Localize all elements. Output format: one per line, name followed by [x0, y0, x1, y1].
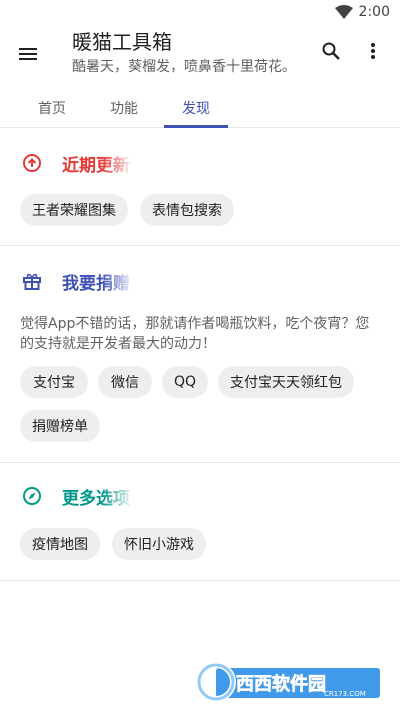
search-button[interactable]	[310, 32, 352, 74]
app-actions	[310, 32, 394, 74]
chip-alipay[interactable]: 支付宝	[20, 366, 88, 398]
app-title: 暖猫工具箱	[72, 30, 172, 54]
chip-epidemic-map[interactable]: 疫情地图	[20, 528, 100, 560]
section-donate: 我要捐赠 觉得App不错的话，那就请作者喝瓶饮料，吃个夜宵？您的支持就是开发者最…	[0, 246, 400, 463]
more-vert-icon	[370, 42, 376, 64]
app-titles: 暖猫工具箱 酷暑天，葵榴发，喷鼻香十里荷花。	[72, 28, 296, 77]
section-title-recent: 近期更新	[62, 156, 130, 176]
more-options-button[interactable]	[352, 32, 394, 74]
section-recent: 近期更新 王者荣耀图集 表情包搜索	[0, 128, 400, 246]
menu-button[interactable]	[0, 28, 56, 84]
chip-alipay-daily-redpacket[interactable]: 支付宝天天领红包	[218, 366, 354, 398]
compass-icon	[21, 485, 43, 507]
chip-meme-search[interactable]: 表情包搜索	[140, 194, 234, 226]
chip-qq[interactable]: QQ	[162, 366, 208, 398]
tab-discover[interactable]: 发现	[174, 88, 218, 128]
chip-wechat[interactable]: 微信	[98, 366, 152, 398]
tab-bar: 首页 功能 发现	[0, 88, 400, 128]
chip-honor-of-kings-gallery[interactable]: 王者荣耀图集	[20, 194, 128, 226]
chip-retro-games[interactable]: 怀旧小游戏	[112, 528, 206, 560]
watermark-logo: 西西软件园 CR173.COM	[196, 660, 382, 704]
app-bar: 暖猫工具箱 酷暑天，葵榴发，喷鼻香十里荷花。	[0, 24, 400, 88]
app-subtitle: 酷暑天，葵榴发，喷鼻香十里荷花。	[72, 59, 296, 75]
menu-icon	[18, 46, 38, 66]
tab-home[interactable]: 首页	[30, 88, 74, 128]
wifi-icon	[334, 5, 353, 19]
watermark-brand: 西西软件园	[236, 673, 326, 695]
tab-features[interactable]: 功能	[102, 88, 146, 128]
section-title-donate: 我要捐赠	[62, 274, 130, 294]
gift-icon	[21, 270, 43, 292]
status-time: 2:00	[358, 4, 390, 20]
status-bar: 2:00	[0, 0, 400, 24]
chip-donation-ranking[interactable]: 捐赠榜单	[20, 410, 100, 442]
donate-description: 觉得App不错的话，那就请作者喝瓶饮料，吃个夜宵？您的支持就是开发者最大的动力！	[20, 316, 370, 352]
section-title-more: 更多选项	[62, 489, 130, 509]
section-more: 更多选项 疫情地图 怀旧小游戏	[0, 463, 400, 581]
watermark-domain: CR173.COM	[324, 690, 366, 698]
search-icon	[321, 41, 341, 65]
arrow-up-circle-icon	[21, 152, 43, 174]
